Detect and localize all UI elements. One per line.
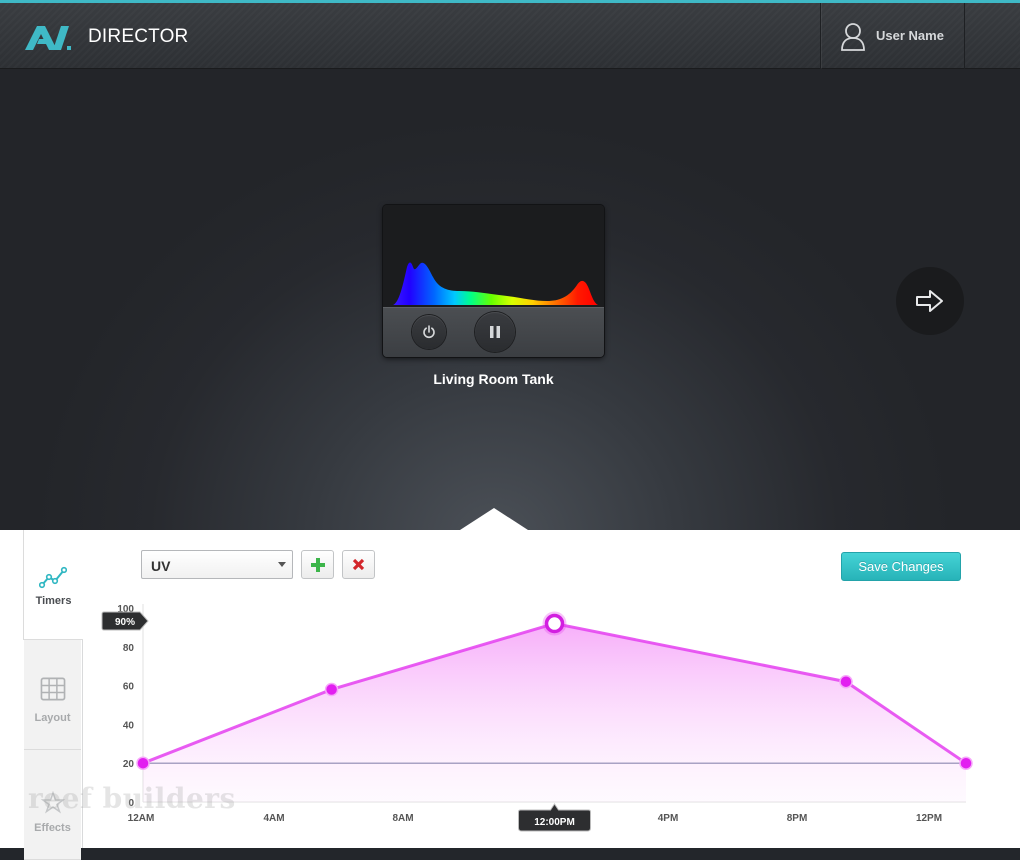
data-point[interactable] bbox=[839, 674, 853, 689]
x-tick-label: 8PM bbox=[787, 813, 808, 824]
spectrum-svg bbox=[393, 262, 598, 305]
arrow-right-icon bbox=[916, 290, 943, 312]
watermark: reef builders bbox=[28, 782, 236, 815]
pause-icon bbox=[490, 326, 500, 338]
data-point[interactable] bbox=[136, 756, 150, 770]
y-tick-label: 20 bbox=[123, 759, 135, 770]
value-badge: 90% bbox=[101, 611, 149, 631]
spectrum-graph bbox=[383, 205, 604, 307]
data-point[interactable] bbox=[324, 682, 339, 697]
y-tick-labels: 020406080100 bbox=[117, 604, 134, 809]
fixture-stage: Living Room Tank bbox=[0, 69, 1020, 530]
ai-logo bbox=[25, 26, 71, 50]
time-badge[interactable]: 12:00PM bbox=[518, 803, 591, 832]
top-bar: DIRECTOR User Name bbox=[0, 0, 1020, 69]
app-title: DIRECTOR bbox=[88, 26, 189, 47]
x-tick-label: 4AM bbox=[263, 813, 284, 824]
value-badge-text: 90% bbox=[115, 617, 135, 628]
y-tick-label: 40 bbox=[123, 720, 135, 731]
x-tick-label: 8AM bbox=[392, 813, 413, 824]
x-tick-label: 4PM bbox=[658, 813, 679, 824]
pause-button[interactable] bbox=[475, 312, 515, 352]
series-area bbox=[143, 623, 966, 802]
fixture-controls bbox=[383, 307, 604, 357]
time-badge-text: 12:00PM bbox=[534, 817, 575, 828]
y-tick-label: 60 bbox=[123, 682, 135, 693]
user-name: User Name bbox=[876, 28, 944, 43]
fixture-card[interactable] bbox=[383, 205, 604, 357]
y-tick-label: 80 bbox=[123, 643, 135, 654]
x-tick-label: 12PM bbox=[916, 813, 942, 824]
power-icon bbox=[423, 325, 435, 339]
power-button[interactable] bbox=[412, 315, 446, 349]
series-uv bbox=[136, 611, 973, 802]
user-menu[interactable]: User Name bbox=[820, 3, 965, 69]
schedule-panel: Timers Layout Effects UV Save Changes 0 … bbox=[0, 530, 1020, 860]
fixture-name: Living Room Tank bbox=[433, 371, 554, 387]
data-point[interactable] bbox=[959, 756, 973, 770]
panel-pointer bbox=[460, 508, 528, 530]
user-icon bbox=[841, 23, 865, 51]
next-fixture-button[interactable] bbox=[896, 267, 964, 335]
selected-point[interactable] bbox=[544, 613, 565, 634]
